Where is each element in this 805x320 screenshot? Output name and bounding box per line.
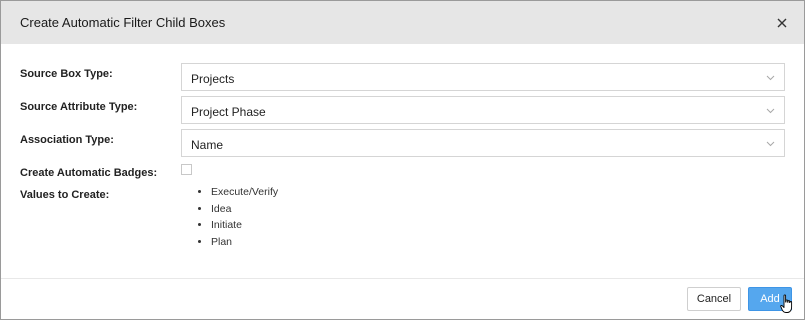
source-attribute-type-value: Project Phase: [191, 105, 266, 119]
list-item: Plan: [211, 235, 278, 252]
list-item: Idea: [211, 202, 278, 219]
create-automatic-badges-checkbox[interactable]: [181, 164, 192, 175]
source-box-type-select[interactable]: Projects: [181, 63, 785, 91]
create-automatic-badges-label: Create Automatic Badges:: [20, 167, 158, 179]
source-attribute-type-select[interactable]: Project Phase: [181, 96, 785, 124]
association-type-value: Name: [191, 138, 224, 152]
chevron-down-icon: [766, 75, 775, 81]
close-icon[interactable]: [773, 14, 791, 32]
list-item: Execute/Verify: [211, 185, 278, 202]
source-box-type-label: Source Box Type:: [20, 68, 113, 80]
dialog-header: Create Automatic Filter Child Boxes: [1, 1, 804, 44]
create-filter-child-boxes-dialog: Create Automatic Filter Child Boxes Sour…: [0, 0, 805, 320]
source-attribute-type-label: Source Attribute Type:: [20, 101, 138, 113]
values-to-create-list: Execute/Verify Idea Initiate Plan: [191, 185, 278, 251]
values-to-create-label: Values to Create:: [20, 189, 110, 201]
association-type-label: Association Type:: [20, 134, 114, 146]
cancel-button[interactable]: Cancel: [687, 287, 741, 311]
hand-cursor-icon: [780, 294, 793, 313]
chevron-down-icon: [766, 141, 775, 147]
association-type-select[interactable]: Name: [181, 129, 785, 157]
chevron-down-icon: [766, 108, 775, 114]
source-box-type-value: Projects: [191, 72, 235, 86]
footer-divider: [1, 278, 804, 279]
dialog-title: Create Automatic Filter Child Boxes: [20, 15, 226, 30]
list-item: Initiate: [211, 218, 278, 235]
